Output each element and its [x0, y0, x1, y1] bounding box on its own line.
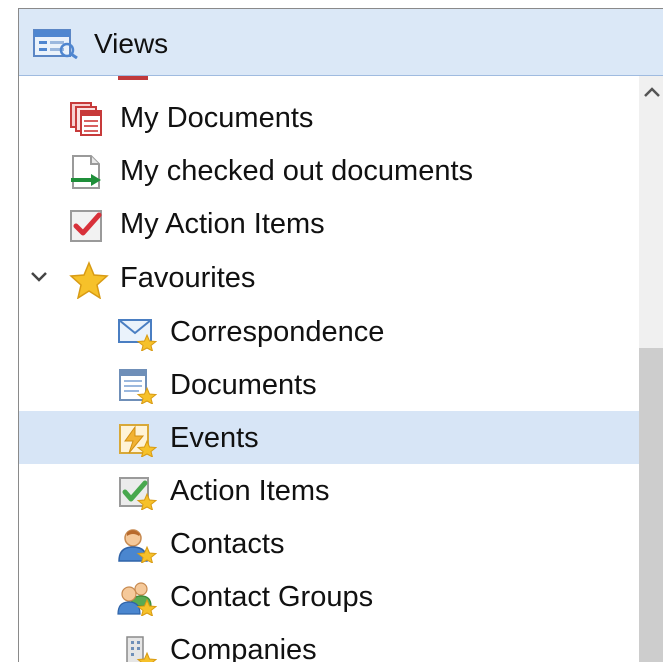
tree-item-label: My Documents — [120, 102, 314, 134]
tree-item-label: Events — [170, 422, 259, 454]
views-header[interactable]: Views — [19, 9, 663, 76]
envelope-star-icon — [117, 315, 158, 353]
document-star-icon — [117, 368, 158, 406]
tree-item-companies[interactable]: Companies — [19, 623, 639, 662]
tree-item-label: My Action Items — [120, 208, 325, 240]
contact-group-star-icon — [117, 580, 158, 618]
tree-item-label: Companies — [170, 634, 317, 662]
tree-item-label: Contact Groups — [170, 581, 374, 613]
scroll-up-icon[interactable] — [642, 84, 662, 105]
scrollbar-thumb[interactable] — [639, 348, 663, 662]
tree-item-label: Contacts — [170, 528, 285, 560]
tree-item-my-documents[interactable]: My Documents — [19, 91, 639, 144]
vertical-scrollbar[interactable] — [639, 76, 663, 662]
tree-item-correspondence[interactable]: Correspondence — [19, 305, 639, 358]
tree-item-contacts[interactable]: Contacts — [19, 517, 639, 570]
action-item-check-icon — [69, 207, 105, 243]
tree-item-events[interactable]: Events — [19, 411, 639, 464]
views-list-icon — [33, 29, 79, 64]
partial-icon-remnant — [118, 76, 148, 80]
chevron-down-icon[interactable] — [29, 267, 49, 287]
tree-item-action-items[interactable]: Action Items — [19, 464, 639, 517]
checked-out-document-icon — [69, 154, 105, 190]
tree-item-label: Favourites — [120, 262, 256, 294]
documents-stack-icon — [69, 101, 105, 137]
contact-star-icon — [117, 527, 158, 565]
tree-item-label: My checked out documents — [120, 155, 474, 187]
views-tree: My Documents My checked out documents My… — [19, 76, 639, 662]
tree-item-my-action-items[interactable]: My Action Items — [19, 197, 639, 250]
event-star-icon — [117, 421, 158, 459]
tree-item-label: Documents — [170, 369, 317, 401]
tree-item-my-checked-out-documents[interactable]: My checked out documents — [19, 144, 639, 197]
views-panel: Views My Documents My checked out docume… — [18, 8, 663, 662]
company-star-icon — [117, 633, 158, 662]
tree-item-contact-groups[interactable]: Contact Groups — [19, 570, 639, 623]
tree-item-label: Correspondence — [170, 316, 385, 348]
check-star-icon — [117, 474, 158, 512]
tree-item-favourites[interactable]: Favourites — [19, 251, 639, 304]
views-title: Views — [94, 28, 169, 59]
star-icon — [69, 261, 109, 300]
tree-item-documents[interactable]: Documents — [19, 358, 639, 411]
tree-item-label: Action Items — [170, 475, 330, 507]
